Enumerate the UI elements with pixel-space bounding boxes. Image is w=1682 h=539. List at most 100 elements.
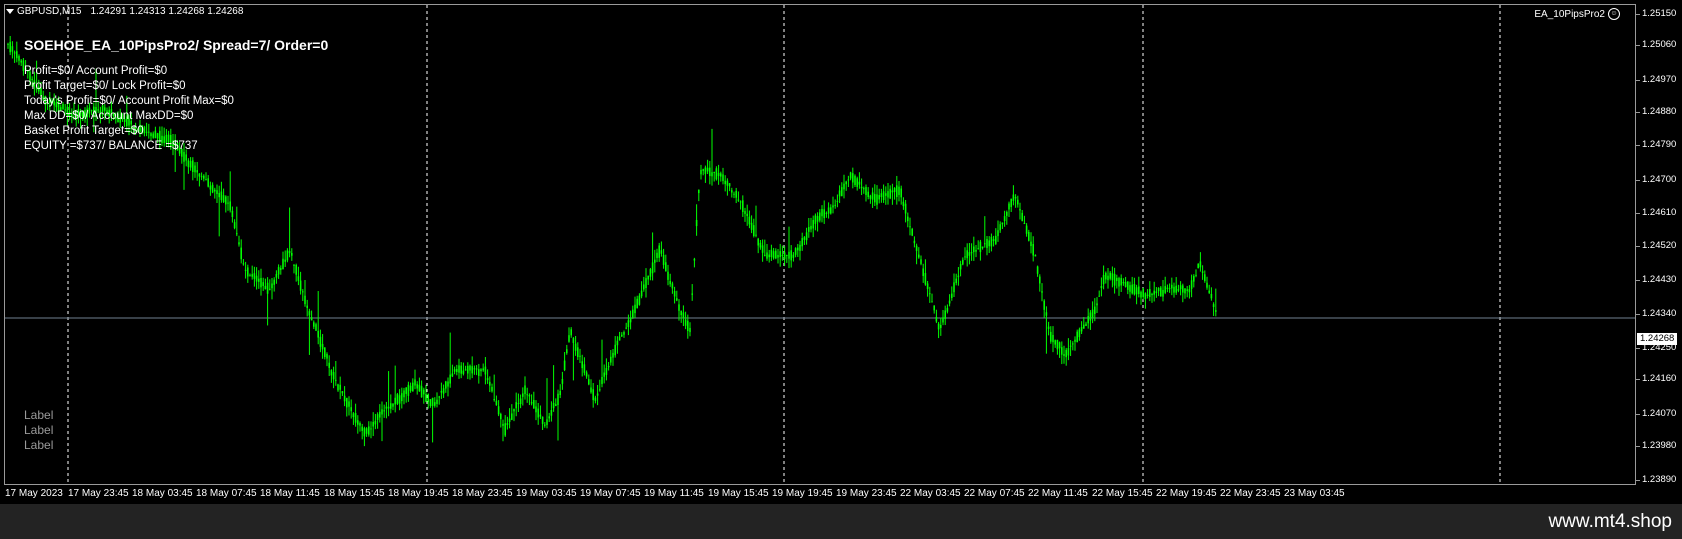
candle-body: [425, 393, 427, 402]
chevron-down-icon[interactable]: [6, 9, 14, 14]
price-chart-area[interactable]: [4, 4, 1636, 485]
chart-window[interactable]: GBPUSD,M15 1.24291 1.24313 1.24268 1.242…: [0, 0, 1682, 504]
candle-body: [343, 395, 346, 402]
candle-body: [929, 293, 931, 295]
candle-body: [1069, 345, 1072, 347]
candle-body: [847, 179, 850, 181]
candle-body: [302, 291, 304, 293]
candle-body: [286, 250, 289, 261]
candle-body: [376, 414, 379, 420]
candle-body: [931, 301, 933, 303]
candle-body: [1028, 231, 1030, 241]
candle-body: [244, 269, 247, 271]
candle-body: [1135, 287, 1138, 295]
candle-body: [1021, 212, 1023, 221]
candle-body: [522, 393, 524, 397]
candle-body: [953, 282, 955, 293]
candle-body: [372, 422, 374, 427]
candle-body: [156, 133, 159, 139]
candle-body: [1083, 324, 1085, 329]
candle-body: [370, 428, 372, 430]
candle-body: [896, 185, 898, 197]
candle-body: [277, 267, 280, 275]
candle-body: [594, 397, 597, 401]
candle-body: [665, 262, 667, 272]
candle-body: [964, 256, 966, 258]
candle-body: [473, 368, 476, 370]
candle-body: [313, 322, 315, 327]
candle-body: [858, 181, 861, 185]
candle-body: [731, 190, 733, 193]
candle-body: [192, 160, 194, 172]
candle-body: [596, 393, 599, 396]
candle-body: [735, 190, 737, 198]
ohlc-values: 1.24291 1.24313 1.24268 1.24268: [90, 6, 244, 17]
candle-body: [291, 252, 293, 256]
price-tick: 1.24430: [1635, 274, 1677, 285]
time-tick: 22 May 03:45: [900, 488, 961, 499]
candle-body: [772, 251, 775, 259]
candle-body: [427, 394, 429, 402]
candle-body: [1206, 282, 1208, 288]
candle-body: [709, 167, 711, 177]
candle-body: [849, 172, 852, 179]
time-tick: 22 May 19:45: [1156, 488, 1217, 499]
candle-body: [552, 402, 555, 409]
candle-body: [315, 324, 317, 331]
candle-body: [779, 251, 781, 258]
info-line-basket-target: Basket Profit Target=$0: [24, 125, 144, 137]
candle-body: [269, 288, 271, 290]
candle-body: [951, 293, 953, 298]
candle-body: [225, 196, 227, 205]
candle-body: [16, 51, 18, 59]
candle-body: [720, 173, 722, 177]
candle-body: [530, 402, 533, 404]
candle-body: [810, 225, 812, 230]
candle-body: [863, 188, 865, 190]
candle-body: [1014, 197, 1017, 199]
candle-body: [1032, 244, 1034, 256]
candle-body: [579, 355, 581, 357]
candle-body: [484, 366, 487, 375]
time-tick: 18 May 07:45: [196, 488, 257, 499]
symbol-header: GBPUSD,M15 1.24291 1.24313 1.24268 1.242…: [6, 6, 243, 17]
ea-title: SOEHOE_EA_10PipsPro2/ Spread=7/ Order=0: [24, 37, 329, 53]
candle-body: [1193, 275, 1195, 282]
candle-body: [187, 160, 190, 168]
candle-body: [266, 282, 269, 294]
price-tick: 1.25060: [1635, 39, 1677, 50]
candle-body: [973, 246, 975, 253]
candle-body: [577, 347, 579, 358]
candle-body: [1199, 261, 1202, 268]
candle-body: [238, 242, 240, 245]
candle-body: [1195, 274, 1197, 276]
candle-body: [11, 46, 14, 52]
candle-body: [1061, 347, 1063, 355]
candle-body: [297, 276, 300, 281]
candle-body: [748, 216, 751, 225]
candle-body: [638, 295, 641, 305]
candle-body: [1056, 339, 1059, 350]
candle-body: [537, 408, 539, 418]
candle-body: [979, 241, 982, 253]
candle-body: [737, 199, 740, 201]
candle-body: [148, 131, 150, 133]
candle-body: [926, 283, 929, 289]
candle-body: [1080, 327, 1083, 332]
candle-body: [909, 226, 911, 228]
expert-advisor-badge[interactable]: EA_10PipsPro2 ☺: [1534, 8, 1620, 20]
candle-body: [423, 389, 425, 395]
candle-body: [493, 399, 495, 401]
candle-body: [1063, 354, 1065, 356]
bottom-bar: www.mt4.shop: [0, 504, 1682, 539]
candle-body: [880, 193, 883, 197]
candle-body: [977, 248, 979, 250]
candle-body: [700, 169, 702, 175]
candle-body: [669, 280, 671, 285]
candle-body: [1012, 194, 1015, 201]
candle-body: [940, 324, 942, 328]
time-tick: 22 May 23:45: [1220, 488, 1281, 499]
candle-body: [544, 424, 546, 426]
symbol-label: GBPUSD,M15: [17, 6, 82, 17]
candle-body: [207, 178, 209, 187]
